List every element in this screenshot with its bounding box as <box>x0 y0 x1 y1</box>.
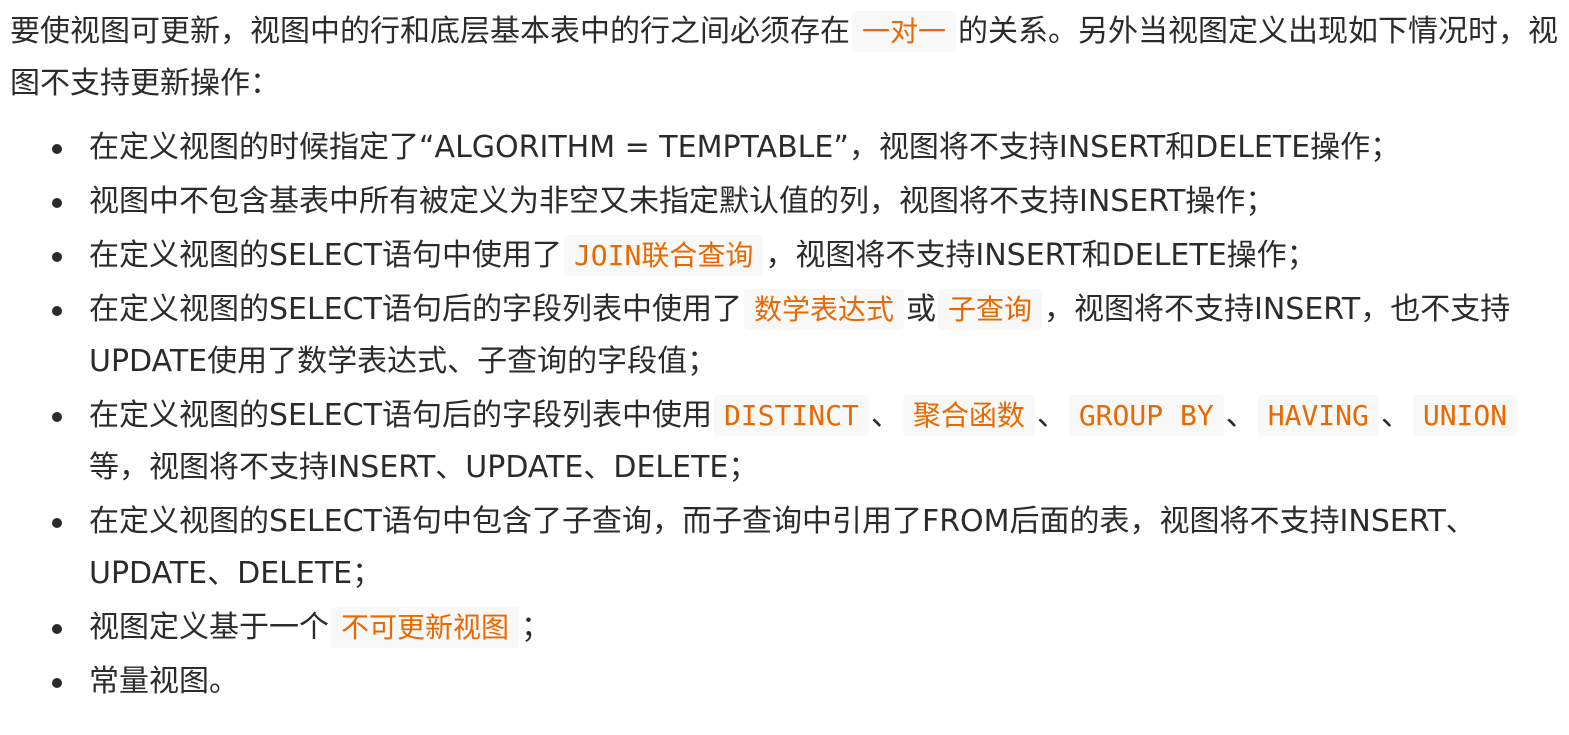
bullet-icon <box>52 518 62 528</box>
list-item: 在定义视图的SELECT语句后的字段列表中使用了 数学表达式或子查询 ，视图将不支持… <box>10 284 1560 388</box>
list-item-text: 、 <box>1036 398 1067 433</box>
bullet-icon <box>52 678 62 688</box>
list-item: 视图中不包含基表中所有被定义为非空又未指定默认值的列，视图将不支持INSERT操… <box>10 176 1560 228</box>
intro-inline-code: 一对一 <box>852 11 957 52</box>
inline-code: JOIN联合查询 <box>563 235 764 276</box>
list-item: 视图定义基于一个 不可更新视图； <box>10 602 1560 654</box>
intro-paragraph: 要使视图可更新，视图中的行和底层基本表中的行之间必须存在 一对一 的关系。另外当视图… <box>10 6 1560 110</box>
list-item-text: ，视图将不支持INSERT和DELETE操作； <box>765 238 1317 273</box>
bullet-icon <box>52 252 62 262</box>
bullet-icon <box>52 198 62 208</box>
list-item-text: 在定义视图的时候指定了“ALGORITHM = TEMPTABLE”，视图将不支… <box>89 130 1401 165</box>
bullet-icon <box>52 144 62 154</box>
inline-code: 聚合函数 <box>902 395 1035 436</box>
list-item: 常量视图。 <box>10 656 1560 708</box>
list-item: 在定义视图的SELECT语句中包含了子查询，而子查询中引用了FROM后面的表，视… <box>10 496 1560 600</box>
list-item-text: ； <box>521 610 552 645</box>
inline-code: DISTINCT <box>713 395 869 436</box>
bullet-icon <box>52 412 62 422</box>
list-item: 在定义视图的时候指定了“ALGORITHM = TEMPTABLE”，视图将不支… <box>10 122 1560 174</box>
inline-code: HAVING <box>1257 395 1379 436</box>
inline-code: 不可更新视图 <box>331 607 520 648</box>
document-body: 要使视图可更新，视图中的行和底层基本表中的行之间必须存在 一对一 的关系。另外当视图… <box>10 6 1560 710</box>
list-item-text: 在定义视图的SELECT语句后的字段列表中使用 <box>89 398 712 433</box>
restriction-list: 在定义视图的时候指定了“ALGORITHM = TEMPTABLE”，视图将不支… <box>10 122 1560 708</box>
list-item-text: 视图中不包含基表中所有被定义为非空又未指定默认值的列，视图将不支持INSERT操… <box>89 184 1276 219</box>
list-item-text: 视图定义基于一个 <box>89 610 329 645</box>
list-item-text: 常量视图。 <box>89 664 239 699</box>
list-item-text: 、 <box>1225 398 1256 433</box>
list-item: 在定义视图的SELECT语句后的字段列表中使用 DISTINCT、聚合函数、 GRO… <box>10 390 1560 494</box>
list-item-text: 等，视图将不支持INSERT、UPDATE、DELETE； <box>89 450 759 485</box>
inline-code: UNION <box>1412 395 1518 436</box>
list-item-text: 、 <box>1380 398 1411 433</box>
inline-code: 子查询 <box>937 289 1042 330</box>
bullet-icon <box>52 624 62 634</box>
inline-code: GROUP BY <box>1068 395 1224 436</box>
bullet-icon <box>52 306 62 316</box>
list-item: 在定义视图的SELECT语句中使用了 JOIN联合查询 ，视图将不支持INSERT和… <box>10 230 1560 282</box>
list-item-text: 在定义视图的SELECT语句后的字段列表中使用了 <box>89 292 742 327</box>
inline-code: 数学表达式 <box>743 289 904 330</box>
list-item-text: 、 <box>870 398 901 433</box>
list-item-text: 在定义视图的SELECT语句中包含了子查询，而子查询中引用了FROM后面的表，视… <box>89 504 1476 591</box>
list-item-text: 在定义视图的SELECT语句中使用了 <box>89 238 562 273</box>
list-item-text: 或 <box>905 292 936 327</box>
intro-text-before: 要使视图可更新，视图中的行和底层基本表中的行之间必须存在 <box>10 14 850 49</box>
